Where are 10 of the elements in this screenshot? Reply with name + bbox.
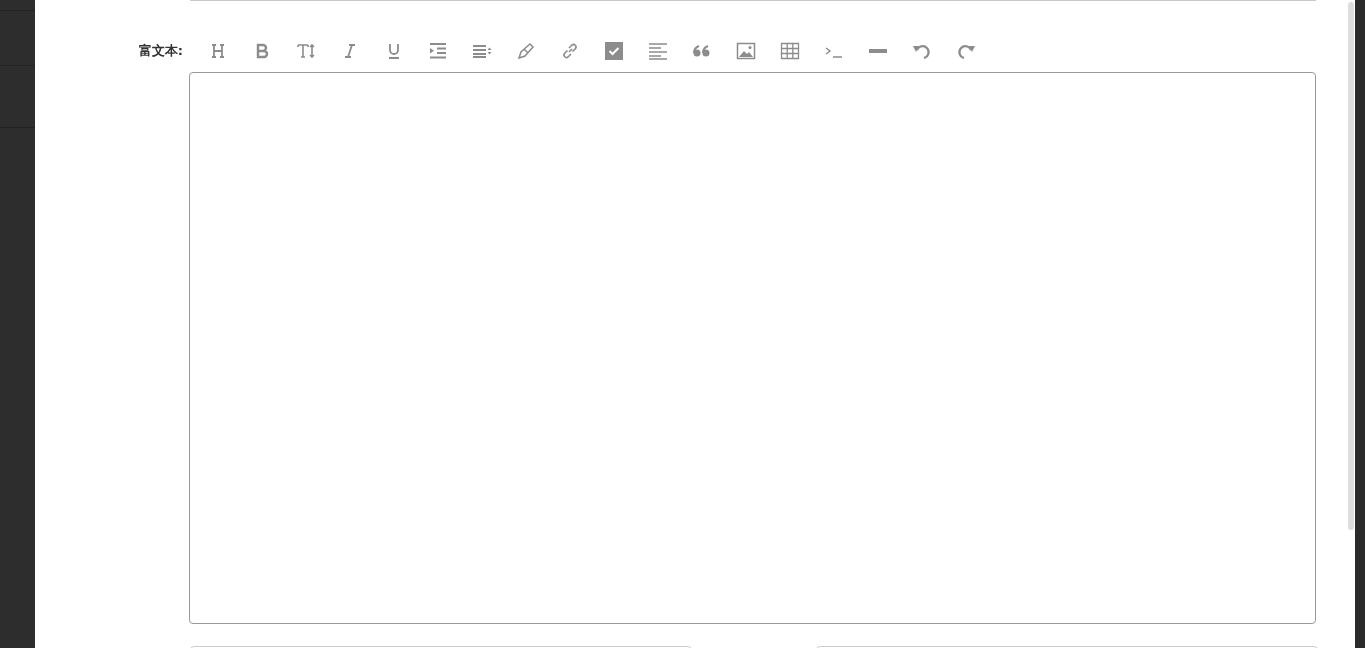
field-label: 富文本:	[137, 42, 183, 60]
pen-icon	[516, 41, 536, 61]
link-icon	[560, 41, 580, 61]
indent-icon	[428, 41, 448, 61]
image-icon	[736, 41, 756, 61]
scrollbar[interactable]	[1348, 2, 1354, 530]
table-icon	[780, 41, 800, 61]
text-size-icon	[296, 41, 316, 61]
align-left-icon	[648, 41, 668, 61]
checkbox-icon	[604, 41, 624, 61]
